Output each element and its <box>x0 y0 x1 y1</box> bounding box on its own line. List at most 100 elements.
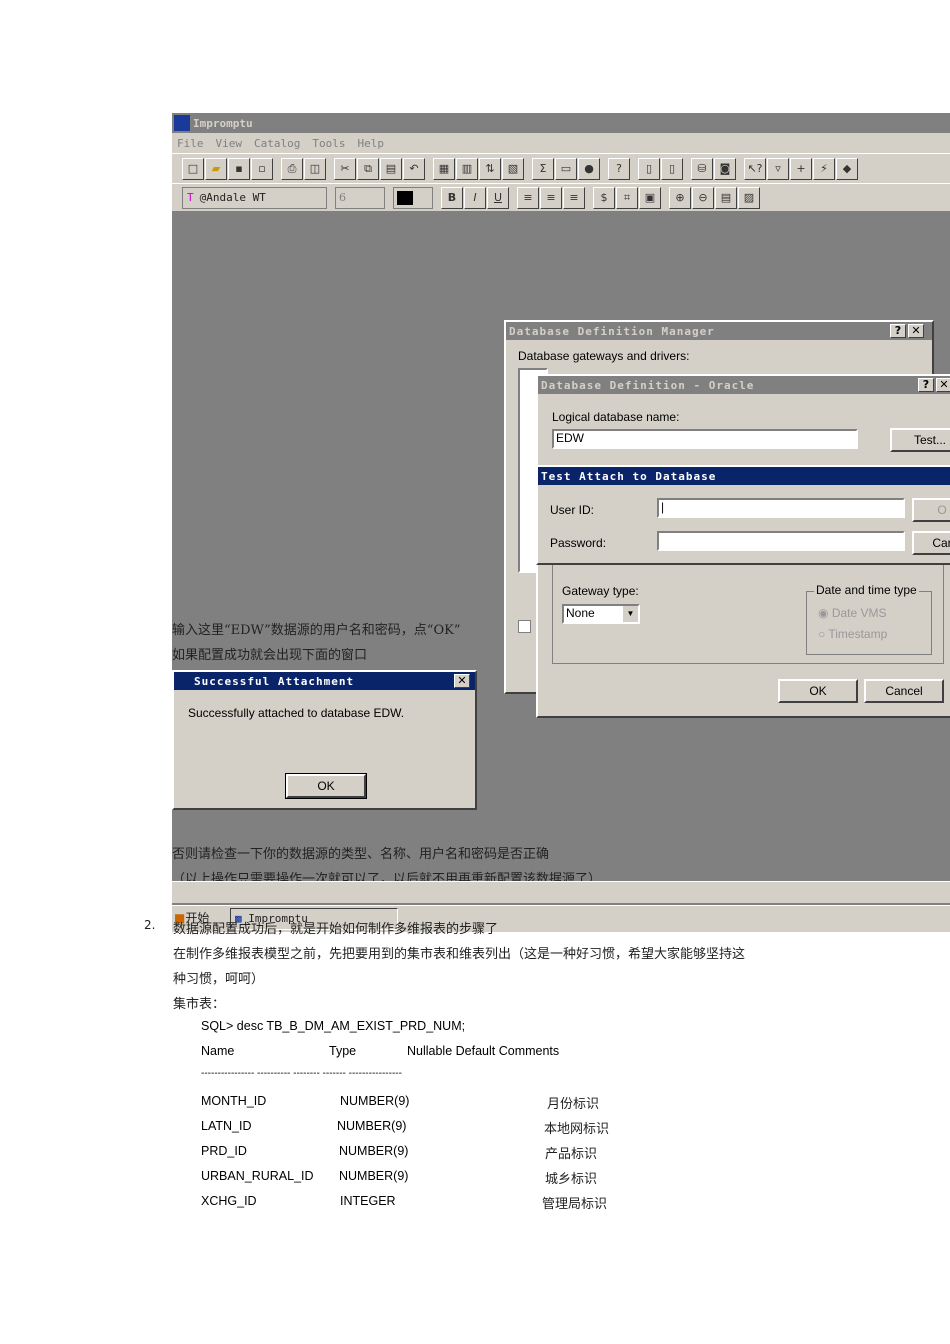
row-type: NUMBER(9) <box>337 1119 407 1133</box>
help-icon[interactable]: ? <box>918 378 934 392</box>
user-id-label: User ID: <box>550 503 595 517</box>
step-text: 数据源配置成功后，就是开始如何制作多维报表的步骤了 <box>173 922 499 937</box>
row-comment: 本地网标识 <box>544 1122 610 1137</box>
logical-name-label: Logical database name: <box>552 410 680 424</box>
test-attach-dialog: Test Attach to Database User ID: | O Pas… <box>536 465 950 565</box>
radio-timestamp[interactable]: ○ Timestamp <box>818 627 887 641</box>
save-icon[interactable]: ▫ <box>251 157 273 180</box>
gateway-type-select[interactable]: None ▼ <box>562 604 640 624</box>
preview-icon[interactable]: ◫ <box>304 157 326 180</box>
sort-icon[interactable]: ⇅ <box>479 157 501 180</box>
copy-icon[interactable]: ⧉ <box>357 157 379 180</box>
unlock-icon[interactable]: ▪ <box>228 157 250 180</box>
menu-bar: File View Catalog Tools Help <box>172 133 950 153</box>
datetime-label: Date and time type <box>814 583 919 597</box>
new-icon[interactable]: □ <box>182 157 204 180</box>
zoom-in-icon[interactable]: ⊕ <box>669 186 691 209</box>
ok-button[interactable]: OK <box>285 773 367 799</box>
close-icon[interactable]: ✕ <box>908 324 924 338</box>
oracle-titlebar: Database Definition - Oracle <box>538 376 950 394</box>
wizard-icon[interactable]: ⚡ <box>813 157 835 180</box>
context-help-icon[interactable]: ↖? <box>744 157 766 180</box>
cut-icon[interactable]: ✂ <box>334 157 356 180</box>
help-query-icon[interactable]: ? <box>608 157 630 180</box>
paste-icon[interactable]: ▤ <box>380 157 402 180</box>
row-name: URBAN_RURAL_ID <box>201 1169 314 1183</box>
row-comment: 月份标识 <box>547 1097 600 1112</box>
dbm-label: Database gateways and drivers: <box>518 349 690 363</box>
row-type: INTEGER <box>340 1194 396 1208</box>
page2-icon[interactable]: ▨ <box>738 186 760 209</box>
cylinder-icon[interactable]: ⛁ <box>691 157 713 180</box>
filter-icon[interactable]: ▿ <box>767 157 789 180</box>
italic-button[interactable]: I <box>464 186 486 209</box>
ok-button[interactable]: O <box>912 498 950 522</box>
row-type: NUMBER(9) <box>339 1169 409 1183</box>
format-toolbar: T @Andale WT 6 BIU ≡ ≡ ≡ $ ⌗ ▣ ⊕ ⊖ ▤ ▨ <box>172 183 950 211</box>
row-name: XCHG_ID <box>201 1194 257 1208</box>
close-icon[interactable]: ✕ <box>936 378 950 392</box>
camera-icon[interactable]: ◙ <box>714 157 736 180</box>
bold-button[interactable]: B <box>441 186 463 209</box>
app-icon <box>174 115 190 131</box>
fill-icon[interactable]: ▣ <box>639 186 661 209</box>
color-select[interactable] <box>393 186 433 209</box>
sum-icon[interactable]: Σ <box>532 157 554 180</box>
cancel-button[interactable]: Car <box>912 531 950 555</box>
note-3: 否则请检查一下你的数据源的类型、名称、用户名和密码是否正确 <box>172 847 550 862</box>
cube-icon[interactable]: ◆ <box>836 157 858 180</box>
row-name: PRD_ID <box>201 1144 247 1158</box>
status-bar <box>172 881 950 903</box>
border-icon[interactable]: ⌗ <box>616 186 638 209</box>
zoom-out-icon[interactable]: ⊖ <box>692 186 714 209</box>
success-titlebar: Successful Attachment <box>174 672 475 690</box>
align-center-icon[interactable]: ≡ <box>540 186 562 209</box>
chevron-down-icon: ▼ <box>623 606 638 622</box>
dbm-checkbox[interactable] <box>518 620 531 633</box>
password-input[interactable] <box>657 531 905 551</box>
user-id-input[interactable]: | <box>657 498 905 518</box>
align-left-icon[interactable]: ≡ <box>517 186 539 209</box>
app-title: Impromptu <box>193 116 253 130</box>
align-right-icon[interactable]: ≡ <box>563 186 585 209</box>
open-icon[interactable]: ▰ <box>205 157 227 180</box>
impromptu-screenshot: Impromptu File View Catalog Tools Help □… <box>172 113 950 932</box>
page-icon[interactable]: ▤ <box>715 186 737 209</box>
help-icon[interactable]: ? <box>890 324 906 338</box>
row-name: MONTH_ID <box>201 1094 267 1108</box>
undo-icon[interactable]: ↶ <box>403 157 425 180</box>
underline-button[interactable]: U <box>487 186 509 209</box>
add-icon[interactable]: + <box>790 157 812 180</box>
font-select[interactable]: T @Andale WT <box>182 186 327 209</box>
app-titlebar: Impromptu <box>172 113 950 133</box>
menu-help[interactable]: Help <box>357 137 384 150</box>
menu-catalog[interactable]: Catalog <box>254 137 300 150</box>
cancel-button[interactable]: Cancel <box>864 679 944 703</box>
calc-icon[interactable]: ▭ <box>555 157 577 180</box>
font-size-select[interactable]: 6 <box>335 186 385 209</box>
columns-icon[interactable]: ▥ <box>456 157 478 180</box>
print-icon[interactable]: ⎙ <box>281 157 303 180</box>
close-icon[interactable]: ✕ <box>454 674 470 688</box>
sql-command: SQL> desc TB_B_DM_AM_EXIST_PRD_NUM; <box>201 1019 466 1033</box>
col-header-type: Type <box>329 1044 357 1058</box>
sphere-icon[interactable]: ● <box>578 157 600 180</box>
query-icon[interactable]: ▦ <box>433 157 455 180</box>
logical-name-input[interactable]: EDW <box>552 429 858 449</box>
gateway-type-label: Gateway type: <box>562 584 639 598</box>
password-label: Password: <box>550 536 607 550</box>
frame-icon[interactable]: ▯ <box>638 157 660 180</box>
ok-button[interactable]: OK <box>778 679 858 703</box>
paragraph-2: 种习惯，呵呵） <box>173 972 265 987</box>
row-name: LATN_ID <box>201 1119 252 1133</box>
group-icon[interactable]: ▧ <box>502 157 524 180</box>
fact-table-label: 集市表： <box>173 997 226 1012</box>
frame2-icon[interactable]: ▯ <box>661 157 683 180</box>
test-button[interactable]: Test... <box>890 428 950 452</box>
menu-view[interactable]: View <box>216 137 243 150</box>
radio-date-vms[interactable]: ◉ Date VMS <box>818 606 887 620</box>
menu-tools[interactable]: Tools <box>312 137 345 150</box>
currency-icon[interactable]: $ <box>593 186 615 209</box>
datetime-group <box>806 591 932 655</box>
menu-file[interactable]: File <box>177 137 204 150</box>
